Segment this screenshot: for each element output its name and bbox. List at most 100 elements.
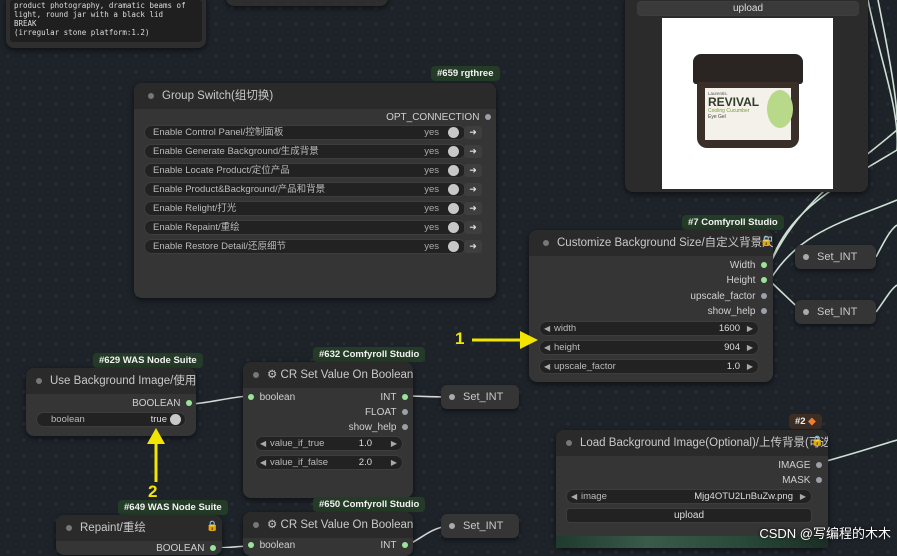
go-arrow-button[interactable]: ➜ [464, 164, 482, 177]
upscale-widget[interactable]: ◀ upscale_factor 1.0 ▶ [539, 359, 759, 374]
cr-set-value-node[interactable]: ⚙ CR Set Value On Boolean boolean INT [243, 512, 413, 556]
widget-value: Mjg4OTU2LnBuZw.png [694, 491, 793, 502]
increment-arrow-icon[interactable]: ▶ [747, 341, 753, 354]
toggle-row[interactable]: Enable Control Panel/控制面板 yes [144, 125, 466, 140]
prompt-textarea[interactable]: product photography, dramatic beams of l… [10, 0, 202, 42]
toggle-knob[interactable] [448, 241, 459, 252]
node-title: Load Background Image(Optional)/上传背景(可选) [580, 437, 828, 449]
toggle-label: Enable Control Panel/控制面板 [153, 127, 284, 138]
value-if-true-widget[interactable]: ◀ value_if_true 1.0 ▶ [255, 436, 403, 451]
go-arrow-button[interactable]: ➜ [464, 202, 482, 215]
increment-arrow-icon[interactable]: ▶ [747, 360, 753, 373]
lock-icon: 🔒 [760, 236, 773, 247]
node-badge: #629 WAS Node Suite [93, 353, 203, 368]
set-int-node[interactable]: Set_INT [795, 300, 876, 324]
toggle-knob[interactable] [170, 414, 181, 425]
toggle-row[interactable]: Enable Relight/打光 yes [144, 201, 466, 216]
widget-value: 1.0 [726, 361, 740, 372]
port-label: IMAGE [778, 460, 811, 471]
output-port[interactable]: BOOLEAN [156, 543, 216, 554]
toggle-row[interactable]: Enable Product&Background/产品和背景 yes [144, 182, 466, 197]
output-port-int[interactable]: INT [380, 540, 408, 551]
width-widget[interactable]: ◀ width 1600 ▶ [539, 321, 759, 336]
port-label: show_help [348, 422, 397, 433]
boolean-toggle[interactable]: boolean true [36, 412, 186, 427]
output-port-help[interactable]: show_help [349, 422, 408, 433]
output-port[interactable]: BOOLEAN [132, 398, 192, 409]
toggle-row[interactable]: Enable Restore Detail/还原细节 yes [144, 239, 466, 254]
top-partial-node [226, 0, 388, 6]
node-badge: #659 rgthree [431, 66, 500, 81]
widget-value: 2.0 [358, 457, 372, 468]
toggle-label: Enable Relight/打光 [153, 203, 237, 214]
toggle-row[interactable]: Enable Repaint/重绘 yes [144, 220, 466, 235]
port-label: BOOLEAN [132, 398, 181, 409]
output-port-image[interactable]: IMAGE [778, 460, 822, 471]
annotation-number-2: 2 [148, 482, 158, 501]
increment-arrow-icon[interactable]: ▶ [391, 437, 397, 450]
input-port[interactable]: boolean [248, 540, 295, 551]
output-port[interactable]: OPT_CONNECTION [386, 112, 491, 123]
widget-label: height [554, 342, 580, 353]
value-if-false-widget[interactable]: ◀ value_if_false 2.0 ▶ [255, 455, 403, 470]
output-port-upscale[interactable]: upscale_factor [690, 291, 767, 302]
toggle-knob[interactable] [448, 222, 459, 233]
toggle-knob[interactable] [448, 146, 459, 157]
toggle-label: Enable Locate Product/定位产品 [153, 165, 290, 176]
decrement-arrow-icon[interactable]: ◀ [544, 322, 550, 335]
output-port-int[interactable]: INT [380, 392, 408, 403]
decrement-arrow-icon[interactable]: ◀ [571, 490, 577, 503]
output-port-height[interactable]: Height [727, 275, 767, 286]
toggle-label: Enable Generate Background/生成背景 [153, 146, 319, 157]
toggle-knob[interactable] [448, 203, 459, 214]
go-arrow-button[interactable]: ➜ [464, 183, 482, 196]
node-title: Repaint/重绘 [80, 522, 146, 534]
go-arrow-button[interactable]: ➜ [464, 145, 482, 158]
set-int-node[interactable]: Set_INT [441, 514, 519, 538]
load-product-image-node: upload Laurentis. REVIVAL Cooling Cucumb… [625, 0, 868, 192]
set-int-node[interactable]: Set_INT [795, 245, 876, 269]
decrement-arrow-icon[interactable]: ◀ [544, 360, 550, 373]
prompt-line: light, round jar with a black lid [14, 10, 164, 19]
jar-lid [693, 54, 803, 84]
toggle-knob[interactable] [448, 127, 459, 138]
annotation-number-1: 1 [455, 329, 465, 348]
output-port-mask[interactable]: MASK [782, 475, 822, 486]
group-switch-node[interactable]: Group Switch(组切换) OPT_CONNECTION Enable … [134, 83, 496, 298]
toggle-state: yes [424, 203, 439, 214]
decrement-arrow-icon[interactable]: ◀ [544, 341, 550, 354]
cr-set-value-node[interactable]: ⚙ CR Set Value On Boolean boolean INT FL… [243, 362, 413, 498]
output-port-float[interactable]: FLOAT [365, 407, 408, 418]
toggle-knob[interactable] [448, 184, 459, 195]
input-port[interactable]: boolean [248, 392, 295, 403]
output-port-width[interactable]: Width [730, 260, 767, 271]
prompt-line: (irregular stone platform:1.2) [14, 28, 150, 37]
upload-button[interactable]: upload [566, 508, 812, 523]
go-arrow-button[interactable]: ➜ [464, 126, 482, 139]
set-int-node[interactable]: Set_INT [441, 385, 519, 409]
widget-label: boolean [51, 414, 85, 425]
toggle-state: yes [424, 222, 439, 233]
toggle-row[interactable]: Enable Locate Product/定位产品 yes [144, 163, 466, 178]
toggle-state: yes [424, 146, 439, 157]
increment-arrow-icon[interactable]: ▶ [391, 456, 397, 469]
toggle-row[interactable]: Enable Generate Background/生成背景 yes [144, 144, 466, 159]
repaint-node[interactable]: Repaint/重绘 BOOLEAN [56, 515, 222, 555]
go-arrow-button[interactable]: ➜ [464, 240, 482, 253]
node-title: Set_INT [463, 520, 504, 532]
image-select[interactable]: ◀ image Mjg4OTU2LnBuZw.png ▶ [566, 489, 812, 504]
go-arrow-button[interactable]: ➜ [464, 221, 482, 234]
upload-button[interactable]: upload [637, 1, 859, 16]
decrement-arrow-icon[interactable]: ◀ [260, 456, 266, 469]
node-title: Use Background Image/使用背景图 [50, 375, 196, 387]
decrement-arrow-icon[interactable]: ◀ [260, 437, 266, 450]
increment-arrow-icon[interactable]: ▶ [800, 490, 806, 503]
increment-arrow-icon[interactable]: ▶ [747, 322, 753, 335]
lock-icon: 🔒 [811, 436, 824, 447]
port-label: boolean [259, 540, 296, 551]
output-port-help[interactable]: show_help [708, 306, 767, 317]
toggle-knob[interactable] [448, 165, 459, 176]
custom-bg-size-node[interactable]: Customize Background Size/自定义背景尺寸 Width … [529, 230, 773, 382]
port-label: Height [726, 275, 756, 286]
height-widget[interactable]: ◀ height 904 ▶ [539, 340, 759, 355]
